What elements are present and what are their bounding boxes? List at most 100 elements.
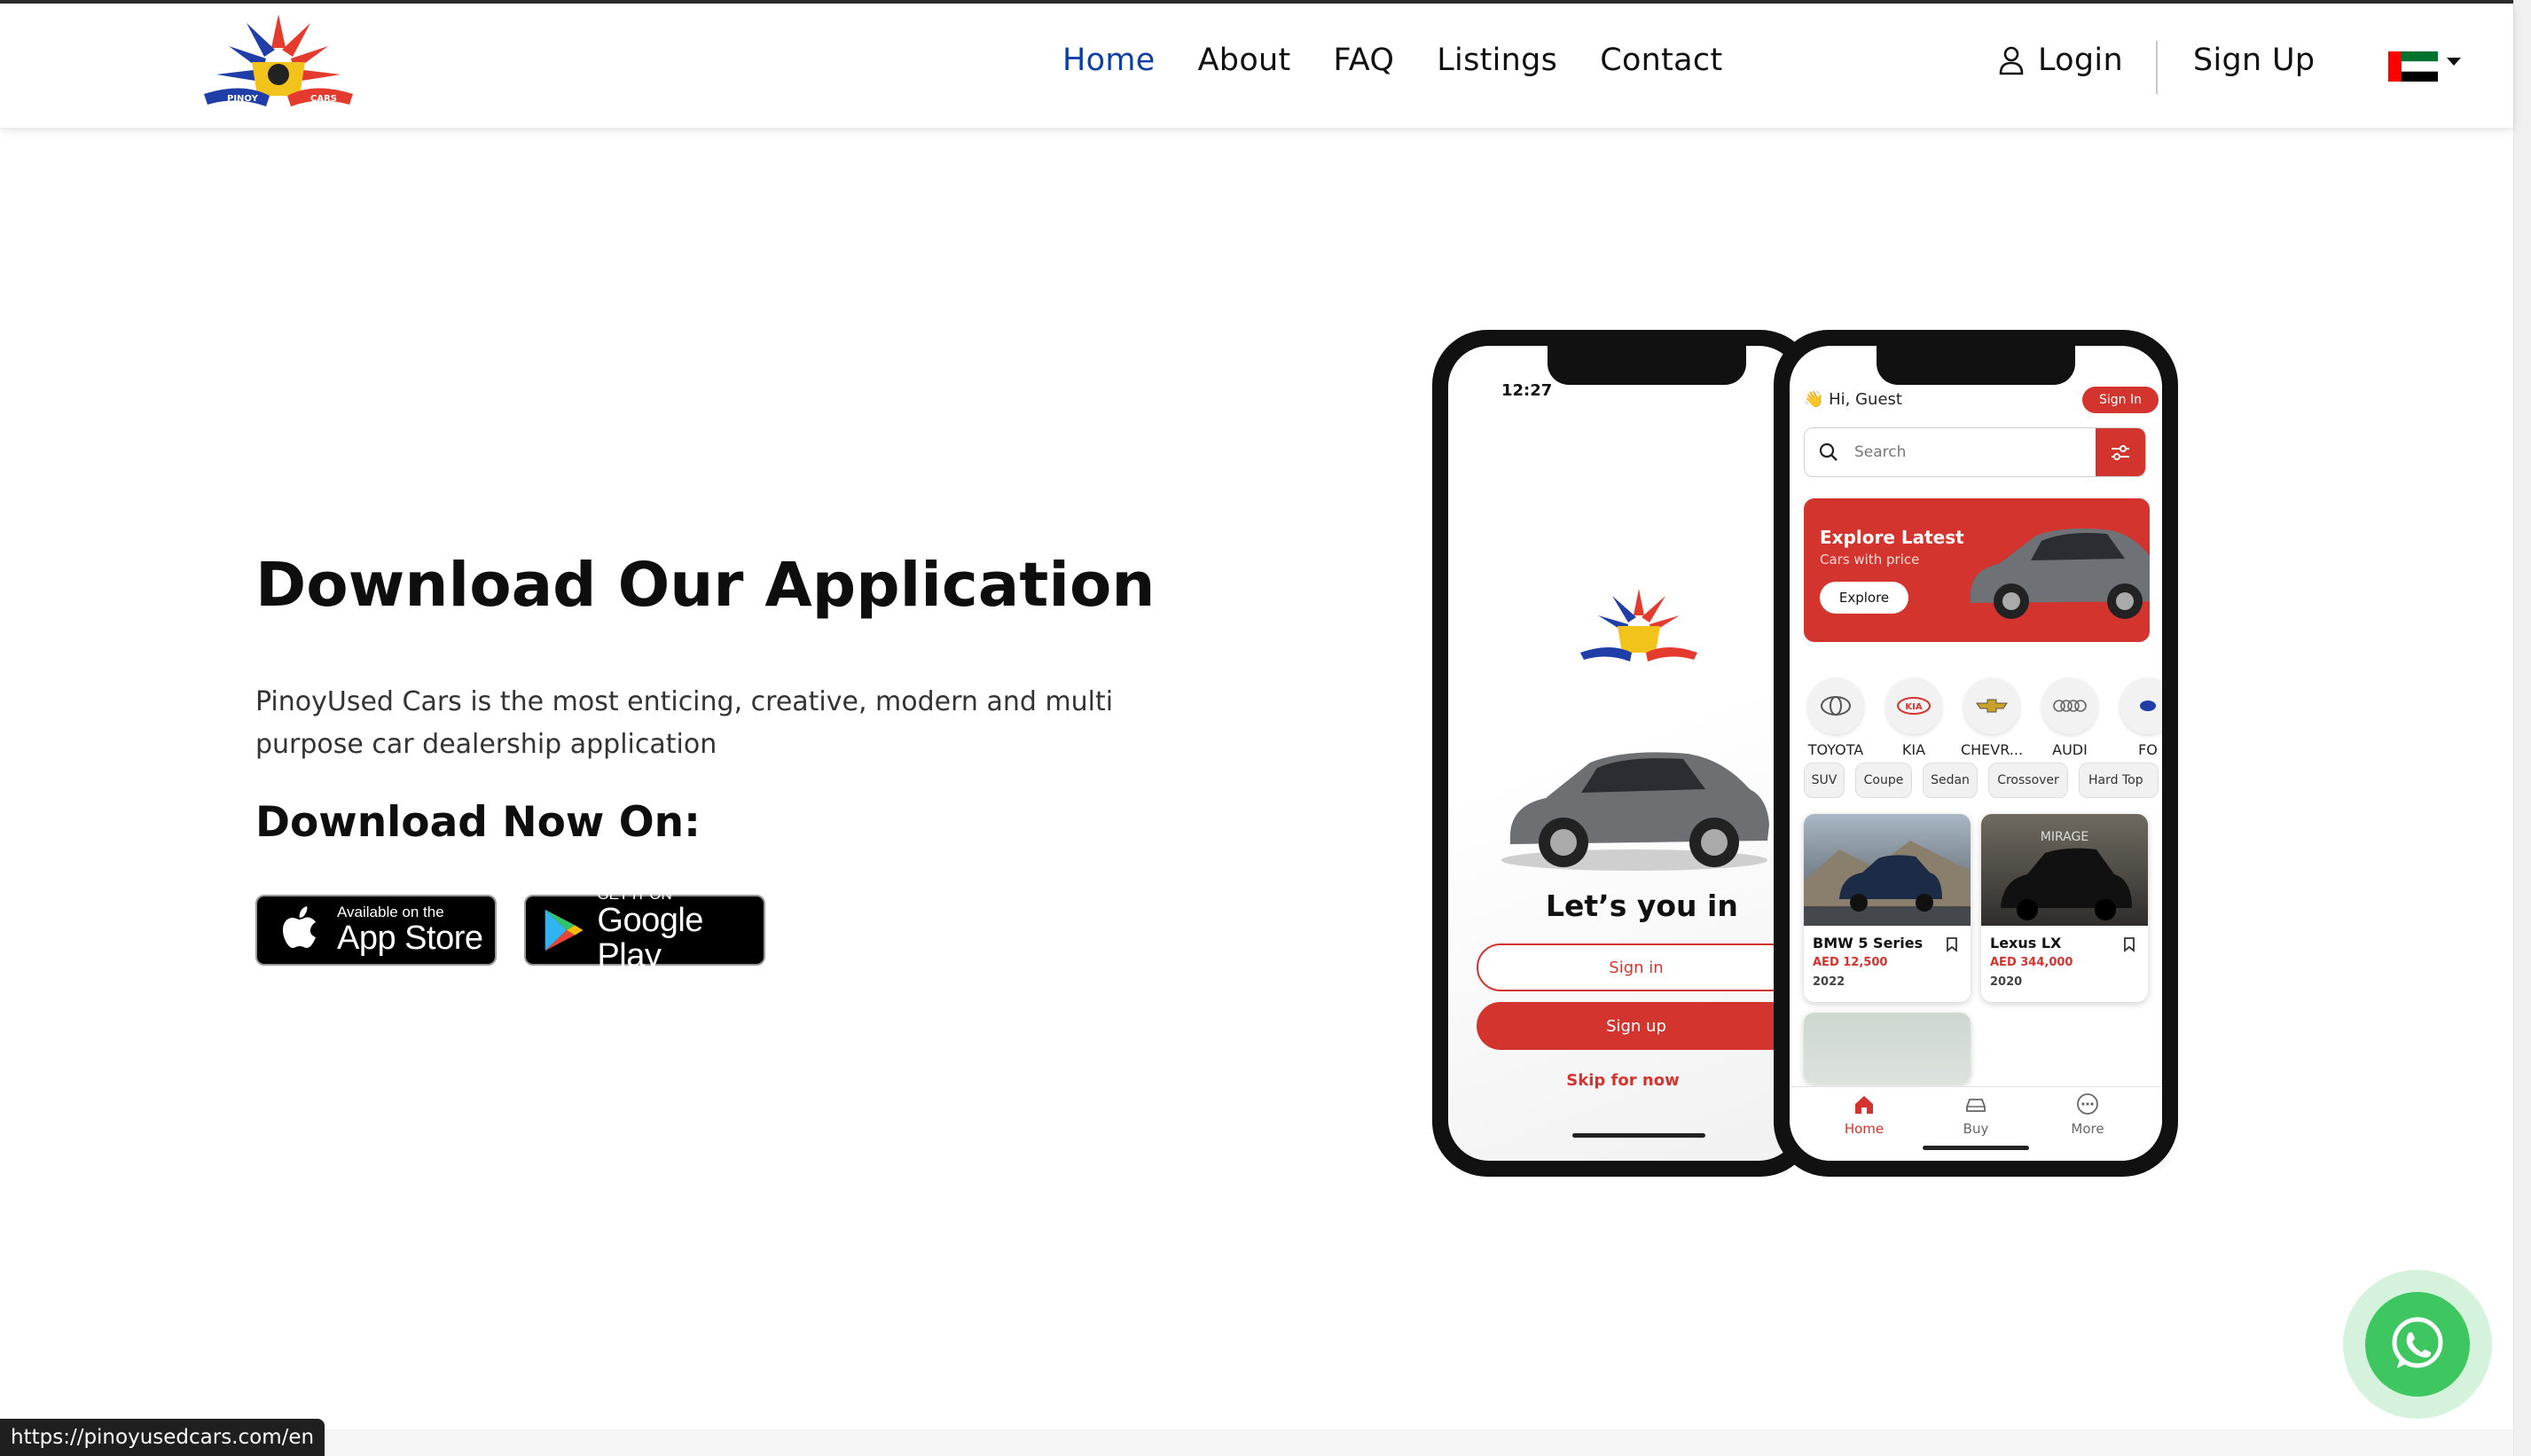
car-card-lexus[interactable]: MIRAGE Lexus LX AED 344,000 2020 <box>1981 814 2148 1002</box>
car-price-bmw: AED 12,500 <box>1813 956 1888 969</box>
brand-chevrolet[interactable] <box>1963 677 2020 734</box>
car-price-lexus: AED 344,000 <box>1990 956 2073 969</box>
apple-icon <box>283 906 316 948</box>
appstore-big-text: App Store <box>337 920 483 957</box>
svg-text:KIA: KIA <box>1905 702 1922 712</box>
car-name-bmw: BMW 5 Series <box>1813 935 1924 951</box>
googleplay-small-text: GET IT ON <box>597 886 672 903</box>
svg-text:PINOY: PINOY <box>227 94 259 104</box>
kia-logo-icon: KIA <box>1897 697 1931 715</box>
audi-logo-icon <box>2053 700 2087 712</box>
tab-label-home: Home <box>1844 1121 1885 1137</box>
home-icon <box>1855 1096 1873 1114</box>
phone-signin-button[interactable]: Sign in <box>1477 943 1796 991</box>
type-sedan[interactable]: Sedan <box>1923 763 1978 798</box>
svg-text:CARS: CARS <box>310 94 337 104</box>
nav-home[interactable]: Home <box>1062 43 1156 78</box>
tab-label-buy: Buy <box>1963 1121 1989 1137</box>
brand-ford[interactable] <box>2120 677 2162 734</box>
type-hard-top[interactable]: Hard Top <box>2079 763 2159 798</box>
google-play-button[interactable]: GET IT ON Google Play <box>524 887 765 974</box>
home-indicator <box>1923 1146 2029 1150</box>
car-name-lexus: Lexus LX <box>1990 935 2062 951</box>
home-screen: 👋 Hi, Guest Sign In Search Explore Lates… <box>1790 346 2162 1161</box>
chevron-down-icon <box>2447 57 2461 66</box>
whatsapp-button[interactable] <box>2365 1292 2470 1397</box>
search-bar[interactable]: Search <box>1804 427 2146 477</box>
banner-subtitle: Cars with price <box>1820 552 1920 568</box>
phone-notch <box>1877 346 2075 385</box>
car-card-bmw[interactable]: BMW 5 Series AED 12,500 2022 <box>1804 814 1971 1002</box>
login-screen: 12:27 Let’s you in Sign in Sign up Skip … <box>1448 346 1799 1161</box>
car-card-partial[interactable] <box>1804 1013 1971 1084</box>
app-logo <box>1580 589 1697 661</box>
toyota-logo-icon <box>1821 696 1851 716</box>
banner-car-image <box>1971 528 2150 619</box>
status-time: 12:27 <box>1501 381 1553 400</box>
main-nav: Home About FAQ Listings Contact <box>1062 43 1722 78</box>
brand-label-chevrolet: CHEVR... <box>1960 741 2024 758</box>
explore-banner: Explore Latest Cars with price Explore <box>1804 498 2150 642</box>
brand-label-kia: KIA <box>1901 741 1926 758</box>
brand-label-audi: AUDI <box>2052 741 2088 758</box>
nav-contact[interactable]: Contact <box>1600 43 1722 78</box>
brand-label-ford: FO <box>2138 741 2158 758</box>
type-suv[interactable]: SUV <box>1804 763 1845 798</box>
status-url: https://pinoyusedcars.com/en <box>0 1419 325 1456</box>
footer-strip <box>0 1429 2513 1456</box>
explore-button[interactable]: Explore <box>1820 582 1908 614</box>
signin-pill[interactable]: Sign In <box>2082 387 2159 413</box>
lets-you-in-heading: Let’s you in <box>1546 888 1738 923</box>
nav-faq[interactable]: FAQ <box>1334 43 1395 78</box>
brand-kia[interactable]: KIA <box>1885 677 1942 734</box>
bookmark-icon[interactable] <box>2123 936 2135 952</box>
login-label: Login <box>2038 43 2123 78</box>
download-now-heading: Download Now On: <box>255 798 701 847</box>
car-year-lexus: 2020 <box>1990 975 2023 989</box>
login-link[interactable]: Login <box>1997 43 2123 78</box>
googleplay-big-text: Google Play <box>597 902 703 975</box>
phone-notch <box>1548 346 1746 385</box>
nav-divider <box>2156 41 2158 94</box>
nav-listings[interactable]: Listings <box>1437 43 1557 78</box>
type-crossover[interactable]: Crossover <box>1988 763 2068 798</box>
phone-mockup-login: 12:27 Let’s you in Sign in Sign up Skip … <box>1432 330 1815 1177</box>
search-placeholder: Search <box>1854 443 1907 461</box>
language-selector[interactable] <box>2388 51 2461 82</box>
appstore-small-text: Available on the <box>337 904 444 920</box>
tab-home[interactable]: Home <box>1829 1091 1900 1144</box>
app-store-button[interactable]: Available on the App Store <box>255 895 497 966</box>
filter-button[interactable] <box>2096 428 2145 476</box>
search-icon <box>1819 442 1838 461</box>
car-photo-partial <box>1804 1013 1971 1084</box>
whatsapp-icon <box>2392 1317 2443 1368</box>
type-coupe[interactable]: Coupe <box>1855 763 1912 798</box>
skip-for-now-link[interactable]: Skip for now <box>1448 1071 1798 1090</box>
tab-buy[interactable]: Buy <box>1940 1091 2011 1144</box>
brand-toyota[interactable] <box>1807 677 1864 734</box>
pinoy-cars-logo[interactable]: PINOY CARS <box>200 11 357 108</box>
car-photo-bmw <box>1804 814 1971 926</box>
car-year-bmw: 2022 <box>1813 975 1845 989</box>
greeting-text: 👋 Hi, Guest <box>1804 390 1902 409</box>
page-scrollbar[interactable] <box>2513 0 2531 1456</box>
brand-audi[interactable] <box>2041 677 2098 734</box>
ford-logo-icon <box>2140 701 2156 711</box>
bookmark-icon[interactable] <box>1946 936 1958 952</box>
nav-about[interactable]: About <box>1198 43 1291 78</box>
tab-more[interactable]: More <box>2052 1091 2123 1144</box>
user-icon <box>1999 46 2024 75</box>
brand-label-toyota: TOYOTA <box>1807 741 1864 758</box>
mirage-sign: MIRAGE <box>2041 830 2088 844</box>
car-photo-lexus: MIRAGE <box>1981 814 2148 926</box>
car-icon <box>1966 1099 1986 1112</box>
chevrolet-logo-icon <box>1976 699 2008 713</box>
signup-link[interactable]: Sign Up <box>2193 43 2315 78</box>
phone-signup-button[interactable]: Sign up <box>1477 1002 1796 1050</box>
google-play-icon <box>545 909 584 951</box>
page-title: Download Our Application <box>255 550 1156 621</box>
tab-label-more: More <box>2071 1121 2104 1137</box>
home-indicator <box>1572 1133 1705 1138</box>
hero-description: PinoyUsed Cars is the most enticing, cre… <box>255 686 1114 760</box>
phone-mockup-home: 👋 Hi, Guest Sign In Search Explore Lates… <box>1774 330 2178 1177</box>
